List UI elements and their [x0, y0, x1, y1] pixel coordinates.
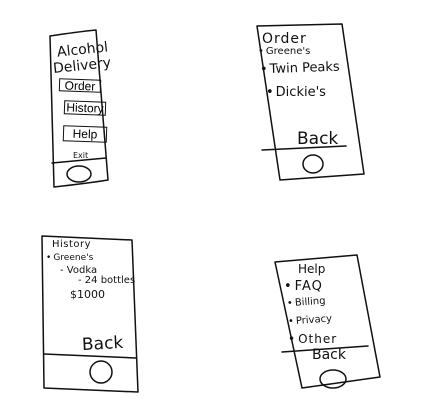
history-detail: - 24 bottles — [78, 275, 136, 286]
order-item-greenes[interactable]: Greene's — [258, 47, 310, 57]
order-button[interactable]: Order — [58, 77, 102, 94]
history-amount: $1000 — [70, 288, 105, 301]
exit-button[interactable]: Exit — [73, 152, 88, 160]
history-button-label: History — [66, 100, 104, 116]
help-button-label: Help — [72, 126, 98, 142]
home-button-icon — [319, 369, 347, 389]
order-item-dickies[interactable]: Dickie's — [266, 86, 326, 99]
history-store: Greene's — [46, 254, 93, 263]
history-button[interactable]: History — [63, 100, 107, 116]
help-item-faq[interactable]: FAQ — [284, 280, 323, 293]
order-title: Order — [262, 31, 307, 47]
history-title: History — [52, 239, 92, 250]
order-item-twin-peaks[interactable]: Twin Peaks — [260, 60, 340, 77]
home-button-icon — [89, 360, 113, 384]
help-button[interactable]: Help — [62, 125, 108, 143]
history-back-button[interactable]: Back — [81, 333, 123, 355]
help-title: Help — [298, 262, 326, 276]
help-back-button[interactable]: Back — [312, 348, 346, 362]
home-button-icon — [66, 165, 92, 183]
help-item-other[interactable]: Other — [288, 333, 337, 345]
order-button-label: Order — [64, 77, 96, 94]
home-button-icon — [302, 154, 324, 174]
order-back-button[interactable]: Back — [297, 131, 338, 148]
